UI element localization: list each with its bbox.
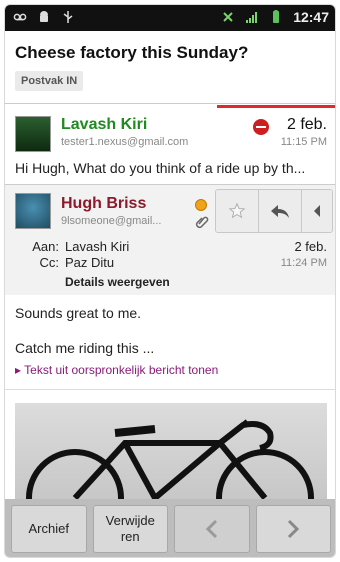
bike-illustration: [26, 419, 314, 499]
message-expanded-header: Hugh Briss 9lsomeone@gmail... Aan: Lavas…: [5, 185, 335, 295]
status-bar: 12:47: [5, 5, 335, 31]
status-left-icons: [13, 10, 75, 24]
message-actions: [215, 189, 333, 233]
chevron-left-icon: [314, 205, 320, 217]
sender-email: 9lsomeone@gmail...: [61, 215, 162, 227]
delete-button-label: Verwijde ren: [105, 513, 155, 544]
star-icon: [228, 202, 246, 219]
bottom-action-bar: Archief Verwijde ren: [5, 499, 335, 557]
status-right-icons: 12:47: [221, 9, 329, 25]
clock: 12:47: [293, 9, 329, 25]
thread-header: Cheese factory this Sunday? Postvak IN: [5, 31, 335, 103]
avatar[interactable]: [15, 116, 51, 152]
sender-email: tester1.nexus@gmail.com: [61, 136, 189, 148]
sync-icon: [223, 12, 233, 22]
message-snippet: Hi Hugh, What do you think of a ride up …: [15, 160, 306, 176]
bike-photo[interactable]: [15, 403, 327, 499]
previous-button[interactable]: [174, 505, 250, 553]
to-recipient[interactable]: Lavash Kiri: [65, 239, 129, 254]
presence-icon: [195, 199, 207, 211]
reply-icon: [271, 205, 289, 218]
device-frame: 12:47 Cheese factory this Sunday? Postva…: [4, 4, 336, 558]
sender-name: Hugh Briss: [61, 195, 147, 212]
usb-icon: [63, 11, 73, 23]
message-body-line: Sounds great to me.: [15, 305, 142, 321]
android-icon: [40, 11, 48, 22]
chevron-right-icon: [288, 519, 300, 539]
message-date: 2 feb.: [286, 116, 327, 133]
archive-button[interactable]: Archief: [11, 505, 87, 553]
star-button[interactable]: [216, 190, 259, 232]
divider: [5, 103, 335, 104]
battery-icon: [273, 10, 280, 23]
more-button[interactable]: [302, 190, 332, 232]
attachment-icon: [195, 216, 209, 229]
cc-label: Cc:: [39, 255, 60, 270]
to-label: Aan:: [32, 239, 59, 254]
cc-row: Cc: Paz Ditu: [23, 255, 115, 270]
divider: [5, 389, 335, 390]
label-chip[interactable]: Postvak IN: [15, 71, 84, 91]
avatar[interactable]: [15, 193, 51, 229]
message-collapsed[interactable]: Lavash Kiri tester1.nexus@gmail.com 2 fe…: [5, 108, 335, 186]
message-time: 11:24 PM: [280, 257, 327, 269]
voicemail-icon: [13, 13, 27, 21]
chevron-left-icon: [205, 519, 217, 539]
reply-button[interactable]: [259, 190, 302, 232]
busy-status-icon: [253, 119, 269, 135]
to-row: Aan: Lavash Kiri: [23, 239, 129, 254]
show-quoted-text-link[interactable]: ▸ Tekst uit oorspronkelijk bericht tonen: [15, 363, 218, 377]
message-time: 11:15 PM: [280, 136, 327, 148]
signal-icon: [246, 12, 258, 23]
sender-name: Lavash Kiri: [61, 116, 148, 133]
cc-recipient[interactable]: Paz Ditu: [65, 255, 114, 270]
message-date: 2 feb.: [294, 239, 327, 254]
next-button[interactable]: [255, 505, 331, 553]
delete-button[interactable]: Verwijde ren: [92, 505, 168, 553]
message-body-line: Catch me riding this ...: [15, 340, 155, 356]
thread-subject: Cheese factory this Sunday?: [15, 43, 249, 62]
show-details-link[interactable]: Details weergeven: [65, 275, 170, 289]
